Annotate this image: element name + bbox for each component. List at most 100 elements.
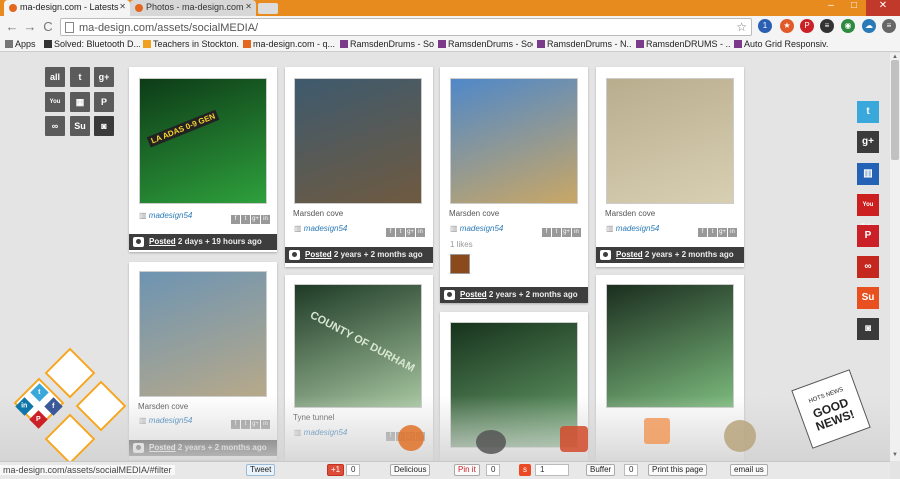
linkedin-share-icon[interactable]: in	[728, 228, 737, 237]
google-plus-share-icon[interactable]: g+	[562, 228, 571, 237]
scroll-down-icon[interactable]: ▼	[890, 452, 900, 460]
new-tab-button[interactable]	[258, 3, 278, 14]
filter-twitter-icon[interactable]: t	[70, 67, 90, 87]
menu-icon[interactable]: ≡	[882, 19, 896, 33]
rail-pinterest-icon[interactable]: P	[857, 225, 879, 247]
posted-link[interactable]: Posted	[305, 250, 332, 259]
linkedin-share-icon[interactable]: in	[416, 228, 425, 237]
coin-bubble-icon[interactable]	[724, 420, 756, 452]
buffer-count: 0	[624, 464, 639, 476]
instagram-photo[interactable]	[606, 284, 734, 408]
scrollbar-thumb[interactable]	[891, 60, 899, 160]
filter-pinterest-icon[interactable]: P	[94, 92, 114, 112]
rail-stumbleupon-icon[interactable]: Su	[857, 287, 879, 309]
filter-windows-icon[interactable]: ▦	[70, 92, 90, 112]
rail-google-plus-icon[interactable]: g+	[857, 131, 879, 153]
close-window-button[interactable]: ✕	[866, 0, 900, 16]
minimize-button[interactable]: –	[820, 0, 842, 16]
facebook-share-icon[interactable]: f	[231, 215, 240, 224]
bookmark-item[interactable]: RamsdenDrums - Soc...	[340, 39, 434, 49]
rail-ms-icon[interactable]: ▥	[857, 163, 879, 185]
tab-photos[interactable]: Photos - ma-design.com ✕	[130, 0, 256, 16]
google-plus-share-icon[interactable]: g+	[718, 228, 727, 237]
instagram-photo[interactable]	[450, 78, 578, 204]
bookmark-item[interactable]: RamsdenDrums - N...	[537, 39, 632, 49]
bookmark-item[interactable]: Solved: Bluetooth D...	[44, 39, 140, 49]
posted-link[interactable]: Posted	[149, 237, 176, 246]
book-bubble-icon[interactable]	[560, 426, 588, 452]
orange-bubble-icon[interactable]	[398, 425, 424, 451]
photo-username[interactable]: madesign54	[139, 211, 193, 220]
posted-time: 2 years + 2 months ago	[644, 250, 734, 259]
filter-lastfm-icon[interactable]: ∞	[45, 116, 65, 136]
instagram-photo[interactable]: COUNTY OF DURHAM	[294, 284, 422, 408]
google-plus-one-button[interactable]: +1	[327, 464, 345, 476]
filter-youtube-icon[interactable]: You Tube	[45, 92, 65, 125]
photo-username[interactable]: madesign54	[450, 224, 504, 233]
liker-avatar[interactable]	[450, 254, 470, 274]
instagram-photo[interactable]: LA ADAS 0-9 GEN	[139, 78, 267, 204]
pinterest-icon[interactable]: P	[800, 19, 814, 33]
filter-stumbleupon-icon[interactable]: Su	[70, 116, 90, 136]
camera-bubble-icon[interactable]	[476, 430, 506, 454]
chrome-ext-icon[interactable]: ◉	[841, 19, 855, 33]
bookmark-item[interactable]: Teachers in Stockton...	[143, 39, 239, 49]
maximize-button[interactable]: □	[843, 0, 865, 16]
stumbleupon-share-icon[interactable]: s	[519, 464, 531, 476]
facebook-share-icon[interactable]: f	[542, 228, 551, 237]
twitter-share-icon[interactable]: t	[552, 228, 561, 237]
posted-link[interactable]: Posted	[616, 250, 643, 259]
filter-instagram-icon[interactable]: ◙	[94, 116, 114, 136]
bookmark-item[interactable]: Auto Grid Responsiv...	[734, 39, 828, 49]
instagram-icon	[600, 250, 611, 260]
tab-active[interactable]: ma-design.com - Latests ✕	[4, 0, 130, 16]
twitter-share-icon[interactable]: t	[396, 228, 405, 237]
bookmark-item[interactable]: Apps	[5, 39, 40, 49]
linkedin-share-icon[interactable]: in	[572, 228, 581, 237]
address-bar[interactable]: ma-design.com/assets/socialMEDIA/ ☆	[60, 18, 752, 36]
photo-caption: Marsden cove	[605, 209, 656, 218]
rail-youtube-icon[interactable]: You Tube	[857, 194, 879, 230]
bookmark-item[interactable]: RamsdenDRUMS - ...	[636, 39, 730, 49]
rail-twitter-icon[interactable]: t	[857, 101, 879, 123]
google-plus-share-icon[interactable]: g+	[251, 215, 260, 224]
twitter-share-icon[interactable]: t	[708, 228, 717, 237]
tweet-button[interactable]: Tweet	[246, 464, 276, 476]
scroll-up-icon[interactable]: ▲	[890, 54, 900, 62]
instagram-photo[interactable]	[294, 78, 422, 204]
extension-1-icon[interactable]: 1	[758, 19, 772, 33]
bookmark-star-icon[interactable]: ☆	[736, 20, 747, 34]
facebook-share-icon[interactable]: f	[698, 228, 707, 237]
google-plus-share-icon[interactable]: g+	[406, 228, 415, 237]
close-tab-icon[interactable]: ✕	[119, 2, 126, 11]
print-page-button[interactable]: Print this page	[648, 464, 708, 476]
filter-all-filter-icon[interactable]: all	[45, 67, 65, 87]
bookmark-item[interactable]: ma-design.com - q...	[243, 39, 337, 49]
linkedin-share-icon[interactable]: in	[261, 215, 270, 224]
buffer-button[interactable]: Buffer	[586, 464, 616, 476]
cloud-icon[interactable]: ☁	[862, 19, 876, 33]
delicious-button[interactable]: Delicious	[390, 464, 431, 476]
instagram-photo[interactable]	[139, 271, 267, 397]
back-button[interactable]: ←	[4, 19, 20, 35]
checkbox-icon	[143, 40, 151, 48]
layers-icon[interactable]: ≡	[820, 19, 834, 33]
close-tab-icon[interactable]: ✕	[245, 2, 252, 11]
twitter-share-icon[interactable]: t	[241, 215, 250, 224]
posted-link[interactable]: Posted	[460, 290, 487, 299]
email-us-button[interactable]: email us	[730, 464, 768, 476]
filter-google-plus-icon[interactable]: g+	[94, 67, 114, 87]
pin-it-button[interactable]: Pin it	[454, 464, 480, 476]
photo-username[interactable]: madesign54	[606, 224, 660, 233]
instagram-photo[interactable]	[606, 78, 734, 204]
extension-2-icon[interactable]: ★	[780, 19, 794, 33]
forward-button[interactable]: →	[22, 19, 38, 35]
rail-lastfm-icon[interactable]: ∞	[857, 256, 879, 278]
rail-instagram-icon[interactable]: ◙	[857, 318, 879, 340]
photo-username[interactable]: madesign54	[294, 224, 348, 233]
bookmark-item[interactable]: RamsdenDrums - Soc...	[438, 39, 533, 49]
facebook-share-icon[interactable]: f	[386, 228, 395, 237]
reload-button[interactable]: C	[40, 19, 56, 35]
bricks-bubble-icon[interactable]	[644, 418, 670, 444]
bookmark-label: Teachers in Stockton...	[153, 39, 239, 49]
